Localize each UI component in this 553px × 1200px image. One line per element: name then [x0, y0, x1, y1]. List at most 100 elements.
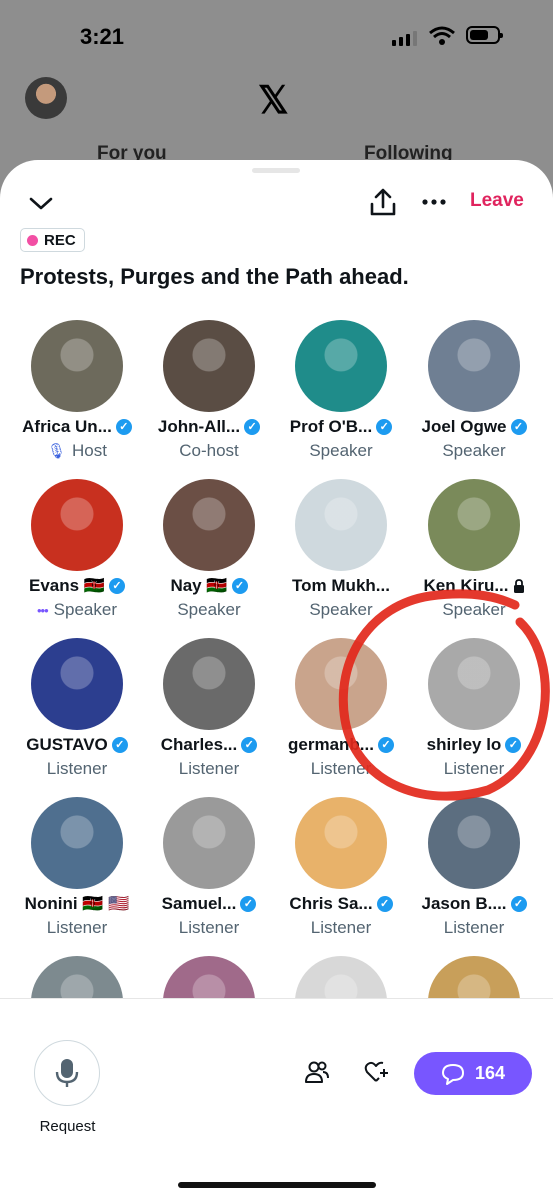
- participant-name-row: Africa Un... ✓: [11, 417, 143, 437]
- participant-tile[interactable]: [11, 956, 143, 998]
- leave-button[interactable]: Leave: [470, 190, 524, 212]
- verified-badge-icon: ✓: [510, 419, 527, 435]
- participant-role: Listener: [443, 759, 505, 778]
- avatar: [295, 638, 387, 730]
- heart-plus-icon[interactable]: [364, 1060, 390, 1084]
- avatar: [428, 320, 520, 412]
- participant-tile[interactable]: [408, 956, 540, 998]
- avatar: [163, 320, 255, 412]
- participant-tile[interactable]: [275, 956, 407, 998]
- participant-role: Speaker: [442, 600, 506, 619]
- participant-name-row: Evans 🇰🇪 ✓: [11, 576, 143, 596]
- participant-role-row: Listener: [408, 918, 540, 938]
- microphone-icon: [55, 1059, 79, 1087]
- participant-name-row: Charles... ✓: [143, 735, 275, 755]
- request-button[interactable]: [34, 1040, 100, 1106]
- participant-tile[interactable]: John-All... ✓ Co-host: [143, 320, 275, 461]
- avatar: [428, 479, 520, 571]
- participant-role-row: Co-host: [143, 441, 275, 461]
- participant-name-row: Tom Mukh...: [275, 576, 407, 596]
- verified-badge-icon: ✓: [377, 737, 394, 753]
- participant-tile[interactable]: germanb... ✓ Listener: [275, 638, 407, 779]
- participant-name-row: Chris Sa... ✓: [275, 894, 407, 914]
- participant-role: Listener: [443, 918, 505, 937]
- participant-role: Speaker: [309, 600, 373, 619]
- participant-role-row: Listener: [11, 759, 143, 779]
- share-icon[interactable]: [368, 186, 398, 218]
- profile-avatar[interactable]: [25, 77, 67, 119]
- participant-name: Charles...: [160, 735, 238, 754]
- verified-badge-icon: ✓: [505, 737, 522, 753]
- participant-role-row: Listener: [11, 918, 143, 938]
- participant-tile[interactable]: Joel Ogwe ✓ Speaker: [408, 320, 540, 461]
- cellular-signal-icon: [392, 30, 417, 46]
- comments-button[interactable]: 164: [414, 1052, 532, 1095]
- space-title: Protests, Purges and the Path ahead.: [20, 264, 409, 289]
- lock-icon: [513, 579, 524, 593]
- sheet-grabber[interactable]: [252, 168, 300, 173]
- participant-name-row: Prof O'B... ✓: [275, 417, 407, 437]
- participant-name: Tom Mukh...: [292, 576, 390, 595]
- more-icon[interactable]: [420, 188, 448, 216]
- participant-name: shirley lo: [426, 735, 502, 754]
- speaking-dots-icon: •••: [37, 602, 49, 618]
- participant-name: Joel Ogwe: [421, 417, 507, 436]
- avatar: [428, 797, 520, 889]
- participant-tile[interactable]: [143, 956, 275, 998]
- participant-tile[interactable]: Chris Sa... ✓ Listener: [275, 797, 407, 938]
- participant-tile[interactable]: Evans 🇰🇪 ✓ ••• Speaker: [11, 479, 143, 620]
- participant-role-row: 🎙 Host: [11, 441, 143, 461]
- home-indicator: [178, 1182, 376, 1188]
- avatar: [163, 638, 255, 730]
- participant-role: Listener: [46, 918, 108, 937]
- participant-role-row: Listener: [143, 918, 275, 938]
- participant-role-row: Speaker: [408, 600, 540, 620]
- footer-divider: [0, 998, 553, 999]
- avatar: [31, 479, 123, 571]
- participant-role-row: Speaker: [408, 441, 540, 461]
- participant-tile[interactable]: shirley lo ✓ Listener: [408, 638, 540, 779]
- avatar: [428, 956, 520, 998]
- participant-name-row: Samuel... ✓: [143, 894, 275, 914]
- participant-name-row: Nonini 🇰🇪 🇺🇸: [11, 894, 143, 914]
- avatar: [31, 320, 123, 412]
- verified-badge-icon: ✓: [240, 896, 257, 912]
- participant-name-row: Jason B.... ✓: [408, 894, 540, 914]
- participant-role-row: Speaker: [275, 441, 407, 461]
- participant-tile[interactable]: Tom Mukh... Speaker: [275, 479, 407, 620]
- chevron-down-icon[interactable]: [26, 190, 56, 216]
- participant-role: Listener: [310, 918, 372, 937]
- participant-tile[interactable]: Prof O'B... ✓ Speaker: [275, 320, 407, 461]
- participant-name: Evans 🇰🇪: [29, 576, 105, 595]
- participant-name-row: GUSTAVO ✓: [11, 735, 143, 755]
- rec-label: REC: [44, 231, 76, 249]
- rec-dot-icon: [27, 234, 38, 246]
- participant-role: Listener: [46, 759, 108, 778]
- comment-icon: [441, 1063, 464, 1085]
- participant-tile[interactable]: Africa Un... ✓ 🎙 Host: [11, 320, 143, 461]
- participant-role-row: Listener: [275, 918, 407, 938]
- participant-tile[interactable]: GUSTAVO ✓ Listener: [11, 638, 143, 779]
- people-icon[interactable]: [304, 1060, 330, 1084]
- participant-tile[interactable]: Nay 🇰🇪 ✓ Speaker: [143, 479, 275, 620]
- avatar: [31, 638, 123, 730]
- verified-badge-icon: ✓: [241, 737, 258, 753]
- participant-tile[interactable]: Nonini 🇰🇪 🇺🇸 Listener: [11, 797, 143, 938]
- verified-badge-icon: ✓: [111, 737, 128, 753]
- avatar: [295, 797, 387, 889]
- avatar: [295, 320, 387, 412]
- participant-tile[interactable]: Samuel... ✓ Listener: [143, 797, 275, 938]
- verified-badge-icon: ✓: [108, 578, 125, 594]
- verified-badge-icon: ✓: [115, 419, 132, 435]
- avatar: [295, 956, 387, 998]
- participant-tile[interactable]: Charles... ✓ Listener: [143, 638, 275, 779]
- verified-badge-icon: ✓: [510, 896, 527, 912]
- participant-role: Host: [72, 441, 107, 460]
- avatar: [428, 638, 520, 730]
- participant-tile[interactable]: Ken Kiru... Speaker: [408, 479, 540, 620]
- participant-tile[interactable]: Jason B.... ✓ Listener: [408, 797, 540, 938]
- participant-name-row: Ken Kiru...: [408, 576, 540, 596]
- x-logo-icon: 𝕏: [258, 80, 289, 122]
- participant-name: Chris Sa...: [289, 894, 373, 913]
- participant-role: Speaker: [309, 441, 373, 460]
